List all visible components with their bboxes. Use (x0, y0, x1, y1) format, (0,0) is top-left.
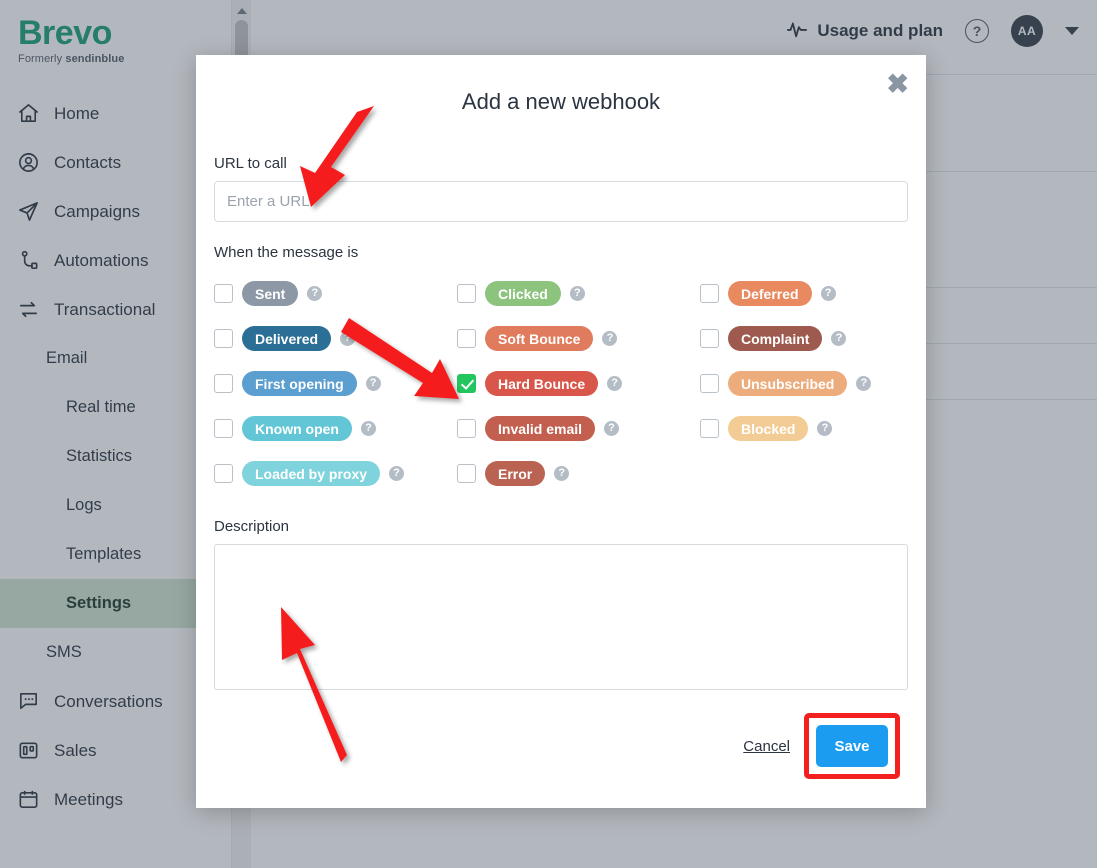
checkbox-clicked[interactable] (457, 284, 476, 303)
event-row-first-opening: First opening? (214, 361, 457, 406)
event-row-deferred: Deferred? (700, 271, 908, 316)
help-tooltip-icon[interactable]: ? (831, 331, 847, 346)
event-checkbox-grid: Sent? Clicked? Deferred? Delivered? Soft Bou… (214, 271, 908, 496)
event-row-known-open: Known open? (214, 406, 457, 451)
checkbox-error[interactable] (457, 464, 476, 483)
save-button[interactable]: Save (816, 725, 888, 767)
event-row-hard-bounce: Hard Bounce? (457, 361, 700, 406)
checkbox-loaded-by-proxy[interactable] (214, 464, 233, 483)
help-tooltip-icon[interactable]: ? (361, 421, 376, 436)
event-tag-clicked[interactable]: Clicked (485, 281, 561, 306)
help-tooltip-icon[interactable]: ? (602, 331, 618, 346)
checkbox-soft-bounce[interactable] (457, 329, 476, 348)
event-row-unsubscribed: Unsubscribed? (700, 361, 908, 406)
checkbox-hard-bounce[interactable] (457, 374, 476, 393)
event-row-clicked: Clicked? (457, 271, 700, 316)
help-tooltip-icon[interactable]: ? (389, 466, 405, 481)
event-tag-blocked[interactable]: Blocked (728, 416, 809, 441)
help-tooltip-icon[interactable]: ? (365, 376, 381, 391)
help-tooltip-icon[interactable]: ? (820, 286, 836, 301)
event-tag-first-opening[interactable]: First opening (242, 371, 357, 396)
checkbox-invalid-email[interactable] (457, 419, 476, 438)
event-row-error: Error? (457, 451, 700, 496)
url-input[interactable] (214, 181, 908, 222)
event-row-sent: Sent? (214, 271, 457, 316)
event-row-loaded-by-proxy: Loaded by proxy? (214, 451, 457, 496)
event-tag-unsubscribed[interactable]: Unsubscribed (728, 371, 848, 396)
modal-footer: Cancel Save (214, 713, 908, 779)
checkbox-unsubscribed[interactable] (700, 374, 719, 393)
event-tag-soft-bounce[interactable]: Soft Bounce (485, 326, 594, 351)
close-icon[interactable]: ✖ (886, 71, 909, 98)
event-row-soft-bounce: Soft Bounce? (457, 316, 700, 361)
event-tag-known-open[interactable]: Known open (242, 416, 352, 441)
checkbox-complaint[interactable] (700, 329, 719, 348)
event-tag-hard-bounce[interactable]: Hard Bounce (485, 371, 599, 396)
save-button-wrapper: Save (804, 713, 900, 779)
events-section-label: When the message is (214, 244, 359, 261)
event-tag-error[interactable]: Error (485, 461, 546, 486)
event-tag-sent[interactable]: Sent (242, 281, 299, 306)
event-tag-loaded-by-proxy[interactable]: Loaded by proxy (242, 461, 381, 486)
help-tooltip-icon[interactable]: ? (856, 376, 872, 391)
checkbox-delivered[interactable] (214, 329, 233, 348)
event-tag-deferred[interactable]: Deferred (728, 281, 812, 306)
modal-body: URL to call When the message is Sent?Cli… (196, 155, 926, 779)
event-row-delivered: Delivered? (214, 316, 457, 361)
add-webhook-modal: ✖ Add a new webhook URL to call When the… (196, 55, 926, 808)
event-cell-empty (700, 451, 908, 496)
cancel-button[interactable]: Cancel (743, 738, 790, 755)
help-tooltip-icon[interactable]: ? (307, 286, 323, 301)
description-textarea[interactable] (214, 544, 908, 690)
event-row-blocked: Blocked? (700, 406, 908, 451)
checkbox-blocked[interactable] (700, 419, 719, 438)
event-row-invalid-email: Invalid email? (457, 406, 700, 451)
url-field-label: URL to call (214, 155, 287, 172)
help-tooltip-icon[interactable]: ? (817, 421, 833, 436)
help-tooltip-icon[interactable]: ? (607, 376, 623, 391)
modal-title: Add a new webhook (461, 89, 661, 114)
description-field-label: Description (214, 518, 290, 535)
checkbox-known-open[interactable] (214, 419, 233, 438)
event-tag-delivered[interactable]: Delivered (242, 326, 332, 351)
event-row-complaint: Complaint? (700, 316, 908, 361)
event-tag-complaint[interactable]: Complaint (728, 326, 823, 351)
checkbox-first-opening[interactable] (214, 374, 233, 393)
help-tooltip-icon[interactable]: ? (569, 286, 585, 301)
app-root: Brevo Formerly sendinblue Home Contacts Ca… (0, 0, 1097, 868)
help-tooltip-icon[interactable]: ? (340, 331, 356, 346)
event-tag-invalid-email[interactable]: Invalid email (485, 416, 596, 441)
checkbox-deferred[interactable] (700, 284, 719, 303)
help-tooltip-icon[interactable]: ? (554, 466, 570, 481)
help-tooltip-icon[interactable]: ? (604, 421, 620, 436)
checkbox-sent[interactable] (214, 284, 233, 303)
